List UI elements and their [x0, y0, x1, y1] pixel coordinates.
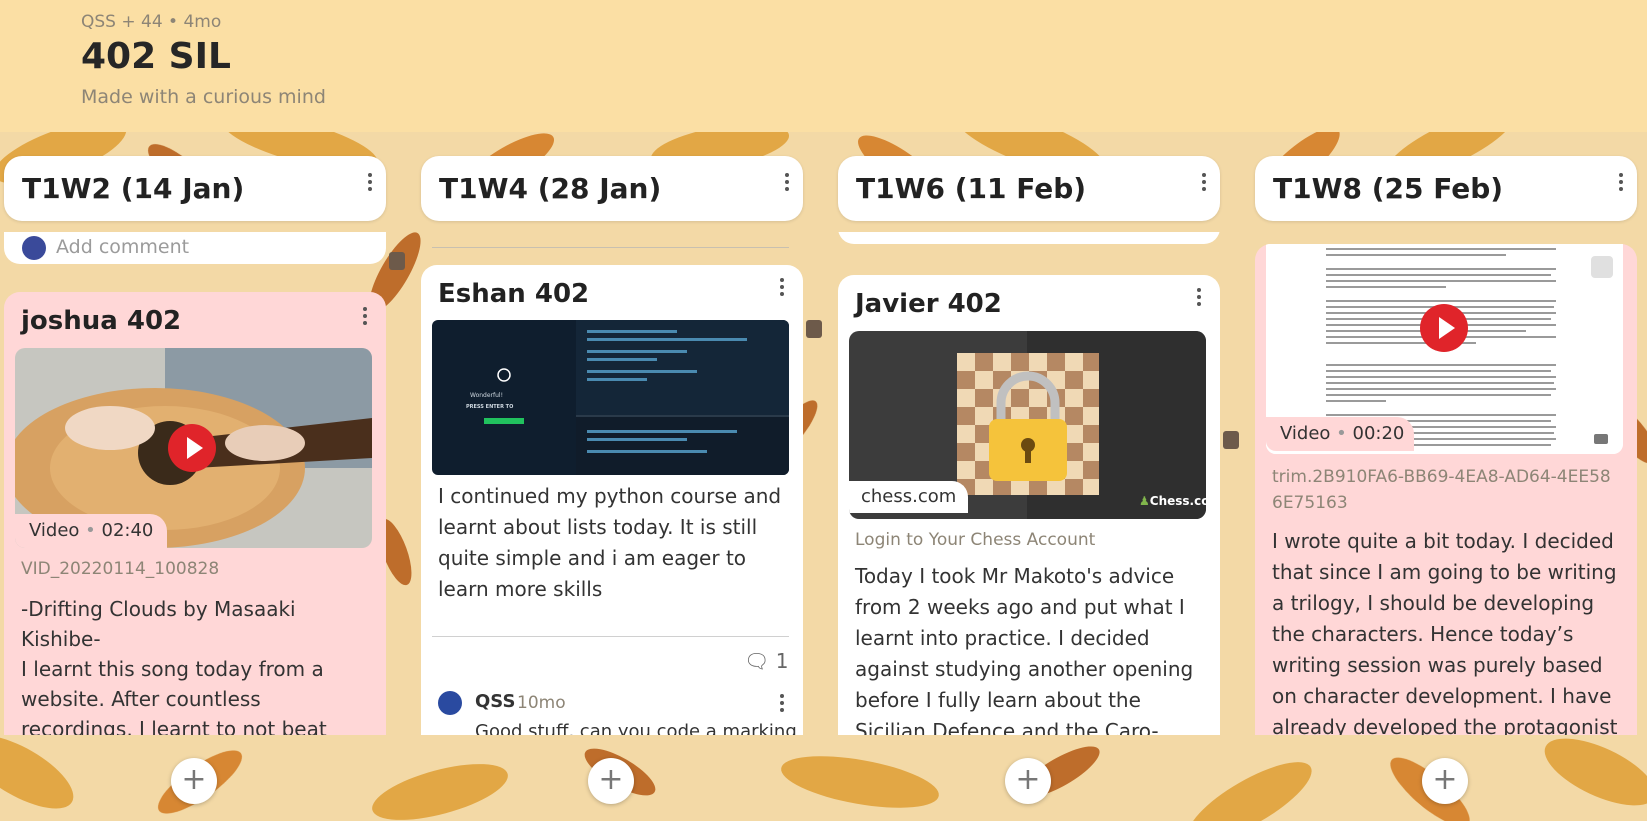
avatar — [22, 236, 46, 260]
post-body: Today I took Mr Makoto's advice from 2 w… — [855, 564, 1194, 735]
post-menu-icon[interactable] — [772, 275, 792, 299]
board-title: 402 SIL — [81, 36, 231, 77]
commenter-name: QSS — [475, 691, 516, 712]
comment-count-value: 1 — [775, 649, 789, 673]
board-header: QSS + 44 • 4mo 402 SIL Made with a curio… — [0, 0, 1647, 132]
previous-post-card[interactable] — [838, 232, 1220, 244]
add-post-button[interactable]: + — [1422, 758, 1468, 804]
badge-time: 00:20 — [1352, 423, 1405, 444]
post-card-writing[interactable]: Video • 00:20 trim.2B910FA6-BB69-4EA8-AD… — [1255, 244, 1637, 735]
badge-kind: Video — [29, 520, 80, 541]
drag-handle[interactable] — [806, 320, 822, 338]
board-meta: QSS + 44 • 4mo — [81, 12, 222, 32]
code-prompt-text: PRESS ENTER TO — [466, 404, 514, 410]
post-body: I continued my python course and learnt … — [438, 484, 782, 601]
comment-menu-icon[interactable] — [772, 691, 792, 715]
post-author: Javier 402 — [855, 289, 1002, 319]
play-icon[interactable] — [168, 424, 216, 472]
column-t1w8-posts[interactable]: Video • 00:20 trim.2B910FA6-BB69-4EA8-AD… — [1255, 232, 1637, 735]
video-thumbnail[interactable]: Video • 00:20 — [1266, 244, 1623, 454]
column-title: T1W8 (25 Feb) — [1273, 172, 1504, 205]
column-menu-icon[interactable] — [1611, 170, 1631, 194]
video-thumbnail[interactable]: Video • 02:40 — [15, 348, 372, 548]
column-t1w4-posts[interactable]: Eshan 402 Wonderful! PRESS ENTER TO I co… — [421, 232, 803, 735]
column-title: T1W6 (11 Feb) — [856, 172, 1087, 205]
link-domain-badge: chess.com — [849, 481, 969, 513]
column-header-t1w8: T1W8 (25 Feb) — [1255, 156, 1637, 221]
add-comment-field[interactable]: Add comment — [56, 236, 189, 258]
add-post-button[interactable]: + — [588, 758, 634, 804]
play-icon[interactable] — [1420, 304, 1468, 352]
post-body-line: -Drifting Clouds by Masaaki Kishibe- — [21, 597, 296, 651]
column-title: T1W4 (28 Jan) — [439, 172, 662, 205]
column-header-t1w4: T1W4 (28 Jan) — [421, 156, 803, 221]
post-card-javier[interactable]: Javier 402 chess.com ♟Chess.co Login to … — [838, 275, 1220, 735]
attachment-filename: trim.2B910FA6-BB69-4EA8-AD64-4EE586E7516… — [1272, 467, 1611, 513]
column-title: T1W2 (14 Jan) — [22, 172, 245, 205]
column-header-t1w2: T1W2 (14 Jan) — [4, 156, 386, 221]
post-body: I wrote quite a bit today. I decided tha… — [1272, 529, 1618, 735]
post-card-eshan[interactable]: Eshan 402 Wonderful! PRESS ENTER TO I co… — [421, 265, 803, 735]
drag-handle[interactable] — [1223, 431, 1239, 449]
chess-logo: ♟Chess.com — [1139, 494, 1206, 508]
post-body-line: I learnt this song today from a website.… — [21, 657, 327, 735]
comment-count[interactable]: 🗨 1 — [744, 649, 788, 673]
comment-bubble-icon: 🗨 — [744, 649, 770, 673]
link-preview[interactable]: chess.com ♟Chess.com — [849, 331, 1206, 519]
link-title[interactable]: Login to Your Chess Account — [855, 530, 1095, 550]
code-success-text: Wonderful! — [470, 392, 504, 399]
column-menu-icon[interactable] — [360, 170, 380, 194]
add-post-button[interactable]: + — [1005, 758, 1051, 804]
previous-post-card[interactable]: Add comment — [4, 232, 386, 264]
avatar — [438, 691, 462, 715]
column-menu-icon[interactable] — [777, 170, 797, 194]
chess-logo-text: Chess.com — [1149, 494, 1206, 508]
video-duration-badge: Video • 02:40 — [15, 514, 167, 548]
video-duration-badge: Video • 00:20 — [1266, 417, 1414, 451]
add-post-button[interactable]: + — [171, 758, 217, 804]
column-t1w2-posts[interactable]: Add comment joshua 402 Video • 02:40 VID… — [4, 232, 386, 735]
pawn-icon: ♟ — [1139, 494, 1150, 508]
board-subtitle: Made with a curious mind — [81, 86, 326, 108]
post-card-joshua[interactable]: joshua 402 Video • 02:40 VID_20220114_10… — [4, 292, 386, 735]
code-screenshot[interactable]: Wonderful! PRESS ENTER TO — [432, 320, 789, 475]
column-menu-icon[interactable] — [1194, 170, 1214, 194]
post-body: -Drifting Clouds by Masaaki Kishibe- I l… — [21, 594, 361, 735]
column-t1w6-posts[interactable]: Javier 402 chess.com ♟Chess.co Login to … — [838, 232, 1220, 735]
post-menu-icon[interactable] — [355, 304, 375, 328]
post-author: Eshan 402 — [438, 279, 590, 309]
divider — [432, 636, 789, 637]
post-menu-icon[interactable] — [1189, 285, 1209, 309]
drag-handle[interactable] — [389, 252, 405, 270]
divider — [432, 247, 789, 248]
attachment-filename: VID_20220114_100828 — [21, 559, 220, 579]
post-author: joshua 402 — [21, 306, 182, 336]
comment-text: Good stuff, can you code a marking — [475, 721, 797, 735]
badge-time: 02:40 — [101, 520, 154, 541]
comment-time: 10mo — [517, 693, 566, 713]
badge-kind: Video — [1280, 423, 1331, 444]
column-header-t1w6: T1W6 (11 Feb) — [838, 156, 1220, 221]
